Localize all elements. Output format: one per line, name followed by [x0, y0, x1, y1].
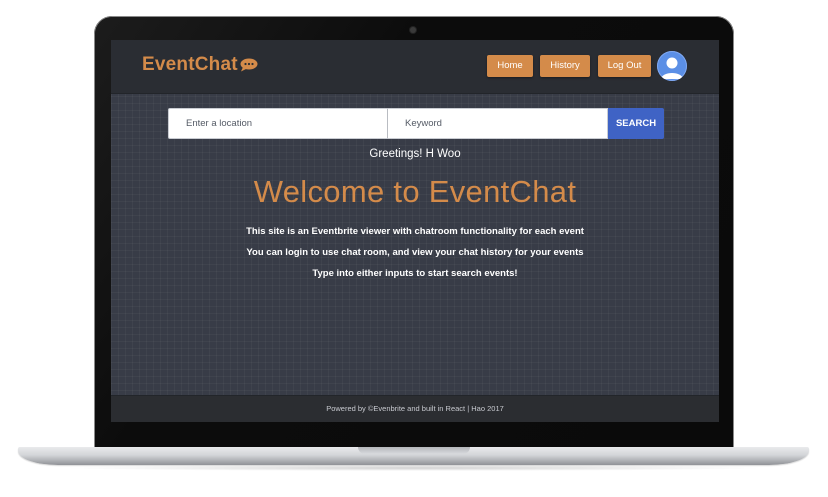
app-screen: EventChat Home History Log Out SEARC — [111, 40, 719, 422]
home-button[interactable]: Home — [487, 55, 533, 77]
laptop-mockup: EventChat Home History Log Out SEARC — [0, 0, 828, 497]
camera-icon — [410, 27, 416, 33]
user-avatar-icon[interactable] — [657, 51, 687, 81]
footer: Powered by ©Evenbrite and built in React… — [111, 395, 719, 422]
description-line: You can login to use chat room, and view… — [246, 247, 584, 258]
speech-bubble-icon — [240, 58, 258, 72]
laptop-shadow — [60, 465, 768, 471]
location-input[interactable] — [168, 108, 388, 139]
logout-button[interactable]: Log Out — [598, 55, 651, 77]
keyword-input[interactable] — [387, 108, 608, 139]
history-button[interactable]: History — [540, 55, 590, 77]
description-line: Type into either inputs to start search … — [312, 268, 518, 279]
laptop-base-notch — [358, 447, 470, 454]
description-line: This site is an Eventbrite viewer with c… — [246, 226, 584, 237]
search-bar: SEARCH — [168, 108, 664, 139]
search-button[interactable]: SEARCH — [608, 108, 664, 139]
footer-text: Powered by ©Evenbrite and built in React… — [326, 404, 504, 413]
brand-logo[interactable]: EventChat — [142, 54, 238, 76]
page-title: Welcome to EventChat — [253, 174, 577, 209]
user-silhouette-icon — [661, 57, 683, 79]
navbar: EventChat Home History Log Out — [111, 40, 719, 94]
greeting-text: Greetings! H Woo — [369, 148, 461, 160]
